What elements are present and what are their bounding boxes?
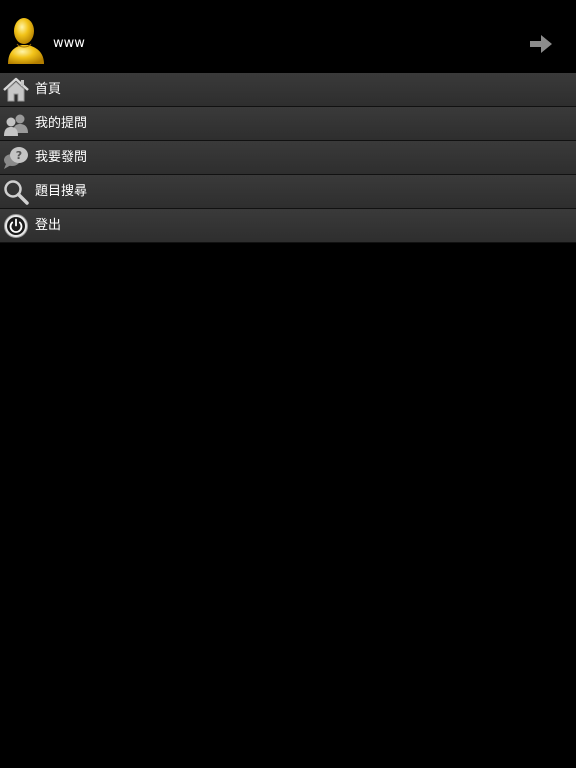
menu-item-label: 我要發問 (35, 150, 88, 165)
app-window: www 首頁 我的提問 ? 我要發問 題目搜尋 登出 (0, 0, 576, 768)
menu-item-label: 登出 (35, 218, 62, 233)
menu-item-label: 題目搜尋 (35, 184, 88, 199)
username-label: www (53, 36, 85, 51)
menu-item-search[interactable]: 題目搜尋 (0, 175, 576, 209)
user-header: www (0, 0, 576, 73)
menu-item-home[interactable]: 首頁 (0, 73, 576, 107)
users-icon (4, 114, 28, 136)
search-icon (4, 180, 29, 205)
menu-item-ask-question[interactable]: ? 我要發問 (0, 141, 576, 175)
svg-text:?: ? (16, 149, 22, 162)
home-icon (3, 77, 29, 102)
power-icon (4, 214, 28, 238)
menu-item-logout[interactable]: 登出 (0, 209, 576, 243)
question-bubble-icon: ? (4, 147, 28, 169)
navigation-menu: 首頁 我的提問 ? 我要發問 題目搜尋 登出 (0, 73, 576, 243)
menu-item-label: 我的提問 (35, 116, 88, 131)
user-avatar-icon (8, 18, 44, 64)
menu-item-label: 首頁 (35, 82, 62, 97)
menu-item-my-questions[interactable]: 我的提問 (0, 107, 576, 141)
arrow-right-icon[interactable] (528, 31, 554, 57)
